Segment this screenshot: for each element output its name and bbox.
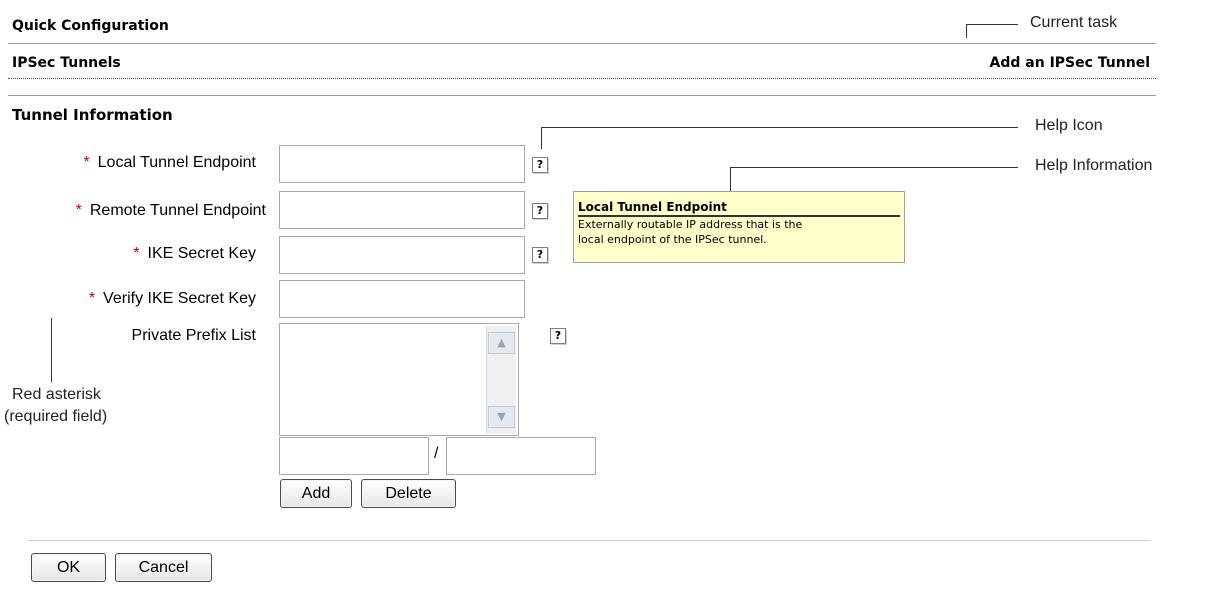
current-task-title: Add an IPSec Tunnel: [989, 55, 1150, 71]
private-prefix-label: Private Prefix List: [131, 327, 256, 344]
remote-endpoint-label: * Remote Tunnel Endpoint: [75, 202, 266, 219]
annotation-line: [966, 24, 967, 38]
add-button[interactable]: Add: [280, 479, 352, 508]
annotation-line: [730, 167, 1018, 168]
help-icon[interactable]: ?: [532, 157, 548, 173]
listbox-scrollbar[interactable]: ▲ ▼: [486, 326, 516, 434]
delete-button[interactable]: Delete: [361, 479, 456, 508]
annotation-help-icon: Help Icon: [1035, 117, 1103, 134]
prefix-address-input[interactable]: [279, 437, 429, 475]
page-title: Quick Configuration: [12, 18, 169, 34]
required-asterisk: *: [83, 154, 90, 171]
annotation-line: [51, 318, 52, 382]
annotation-line: [541, 127, 1018, 128]
ike-key-label: * IKE Secret Key: [133, 245, 256, 262]
annotation-line: [730, 167, 731, 191]
local-endpoint-input[interactable]: [279, 145, 525, 183]
tooltip-title: Local Tunnel Endpoint: [578, 200, 900, 217]
form-heading: Tunnel Information: [12, 106, 173, 124]
cancel-button[interactable]: Cancel: [115, 553, 212, 582]
ike-key-input[interactable]: [279, 236, 525, 274]
annotation-help-information: Help Information: [1035, 157, 1153, 174]
tooltip-body-line2: local endpoint of the IPSec tunnel.: [578, 233, 767, 246]
required-asterisk: *: [133, 245, 140, 262]
tooltip-body-line1: Externally routable IP address that is t…: [578, 218, 803, 231]
local-endpoint-label: * Local Tunnel Endpoint: [83, 154, 256, 171]
dotted-divider: [8, 78, 1156, 79]
verify-ike-key-label: * Verify IKE Secret Key: [88, 290, 256, 307]
verify-ike-key-input[interactable]: [279, 280, 525, 318]
divider: [28, 540, 1150, 541]
annotation-line: [541, 127, 542, 149]
divider: [8, 95, 1156, 96]
remote-endpoint-input[interactable]: [279, 191, 525, 229]
annotation-red-asterisk: Red asterisk: [12, 386, 101, 403]
help-icon[interactable]: ?: [550, 328, 566, 344]
help-tooltip: Local Tunnel Endpoint Externally routabl…: [573, 191, 905, 263]
annotation-current-task: Current task: [1030, 14, 1118, 31]
help-icon[interactable]: ?: [532, 247, 548, 263]
annotation-line: [966, 24, 1018, 25]
help-icon[interactable]: ?: [532, 203, 548, 219]
annotation-required-field: (required field): [4, 408, 108, 425]
divider: [8, 43, 1156, 44]
ok-button[interactable]: OK: [31, 553, 106, 582]
prefix-separator: /: [434, 445, 439, 462]
required-asterisk: *: [88, 290, 96, 307]
section-title: IPSec Tunnels: [12, 55, 121, 71]
scroll-down-arrow-icon[interactable]: ▼: [488, 406, 515, 428]
required-asterisk: *: [75, 202, 82, 219]
private-prefix-listbox[interactable]: [279, 323, 519, 436]
prefix-length-input[interactable]: [446, 437, 596, 475]
scroll-up-arrow-icon[interactable]: ▲: [488, 332, 515, 354]
